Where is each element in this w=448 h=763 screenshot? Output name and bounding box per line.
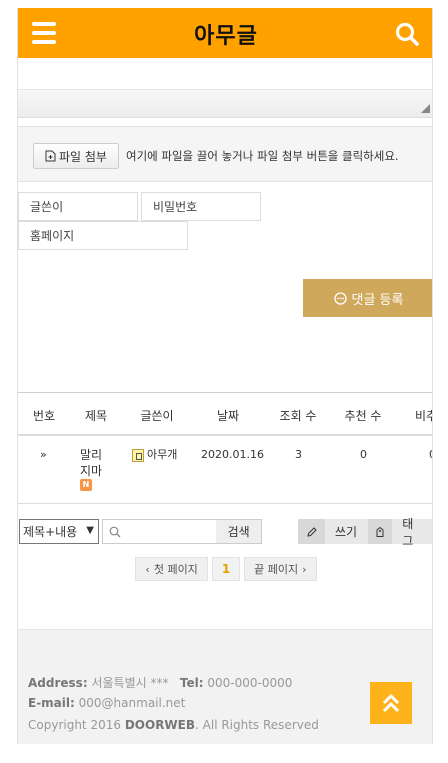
footer-copyright: Copyright 2016 DOORWEB. All Rights Reser… [28, 718, 319, 732]
row-author[interactable]: 아무개 [132, 446, 177, 462]
row-title-line1[interactable]: 말리 [80, 446, 102, 463]
row-author-name: 아무개 [147, 448, 178, 461]
copyright-brand: DOORWEB [124, 718, 196, 732]
member-level-icon [132, 448, 144, 462]
file-plus-icon [45, 150, 56, 162]
row-date: 2020.01.16 [201, 448, 264, 461]
site-header: 아무글 [18, 8, 432, 58]
chevron-left-icon: ‹ [145, 562, 150, 576]
header-date: 날짜 [216, 409, 240, 423]
list-toolbar: 제목+내용 ▼ 검색 쓰기 태그 [18, 517, 432, 548]
header-downvotes: 비추 [414, 409, 432, 423]
table-header: 번호 제목 글쓴이 날짜 조회 수 추천 수 비추 [18, 393, 432, 436]
tag-button[interactable]: 태그 [368, 517, 432, 548]
password-placeholder: 비밀번호 [153, 200, 198, 214]
editor-text-area[interactable] [18, 58, 432, 90]
site-footer: Address: 서울특별시 *** Tel: 000-000-0000 E-m… [18, 629, 432, 744]
submit-comment-label: 댓글 등록 [351, 292, 404, 308]
email-value: 000@hanmail.net [78, 696, 186, 710]
table-row[interactable]: » 말리 지마 N 아무개 2020.01.16 3 0 0 [18, 436, 432, 504]
pagination: ‹ 첫 페이지 1 끝 페이지 › [18, 557, 432, 581]
header-title: 제목 [84, 409, 108, 423]
row-votes: 0 [360, 448, 367, 461]
first-page-label: 첫 페이지 [153, 563, 198, 576]
password-field[interactable]: 비밀번호 [141, 192, 261, 221]
search-box: 검색 [102, 519, 262, 544]
current-page[interactable]: 1 [211, 557, 241, 581]
magnifier-icon [109, 526, 121, 537]
author-placeholder: 글쓴이 [30, 200, 64, 214]
header-votes: 추천 수 [344, 409, 382, 423]
first-page-button[interactable]: ‹ 첫 페이지 [135, 557, 208, 581]
address-value: 서울특별시 *** [91, 676, 169, 690]
row-number: » [40, 448, 47, 461]
attach-file-button[interactable]: 파일 첨부 [33, 143, 119, 169]
file-upload-area[interactable]: 파일 첨부 여기에 파일을 끌어 놓거나 파일 첨부 버튼을 클릭하세요. [18, 126, 432, 182]
row-downvotes: 0 [429, 448, 432, 461]
author-field[interactable]: 글쓴이 [18, 192, 138, 221]
pencil-icon [298, 519, 325, 544]
comment-editor[interactable] [18, 58, 432, 118]
dropdown-arrow-icon: ▼ [86, 525, 94, 536]
header-author: 글쓴이 [140, 409, 174, 423]
search-scope-select[interactable]: 제목+내용 ▼ [19, 519, 99, 544]
tag-icon [368, 519, 393, 544]
search-icon[interactable] [394, 21, 420, 47]
resize-grip-icon[interactable] [421, 104, 430, 113]
last-page-button[interactable]: 끝 페이지 › [244, 557, 317, 581]
row-views: 3 [295, 448, 302, 461]
search-scope-value: 제목+내용 [23, 525, 78, 539]
chevron-right-icon: › [302, 562, 307, 576]
row-title-line2[interactable]: 지마 [80, 462, 102, 479]
last-page-label: 끝 페이지 [254, 563, 299, 576]
double-chevron-up-icon [382, 693, 400, 713]
search-input[interactable] [103, 520, 216, 543]
email-label: E-mail [28, 696, 71, 710]
copyright-prefix: Copyright 2016 [28, 718, 121, 732]
editor-status-bar [18, 90, 432, 117]
page-frame: 아무글 파일 첨부 여기에 파일을 끌어 놓거나 파일 첨부 버튼을 클릭하세요… [17, 8, 433, 744]
write-label: 쓰기 [335, 525, 358, 539]
footer-email: E-mail: 000@hanmail.net [28, 696, 186, 710]
header-views: 조회 수 [279, 409, 317, 423]
submit-comment-button[interactable]: 댓글 등록 [303, 279, 432, 317]
address-label: Address [28, 676, 83, 690]
scroll-to-top-button[interactable] [370, 682, 412, 724]
footer-address: Address: 서울특별시 *** Tel: 000-000-0000 [28, 676, 293, 690]
tag-label: 태그 [402, 516, 414, 548]
write-button[interactable]: 쓰기 [298, 519, 370, 544]
search-button[interactable]: 검색 [216, 520, 261, 543]
header-number: 번호 [32, 409, 56, 423]
speech-bubble-icon [333, 291, 347, 305]
tel-value: 000-000-0000 [207, 676, 293, 690]
copyright-suffix: . All Rights Reserved [195, 718, 319, 732]
attach-file-label: 파일 첨부 [59, 149, 107, 164]
tel-label: Tel [179, 676, 199, 690]
homepage-placeholder: 홈페이지 [30, 229, 75, 243]
upload-hint: 여기에 파일을 끌어 놓거나 파일 첨부 버튼을 클릭하세요. [126, 149, 399, 163]
site-logo[interactable]: 아무글 [18, 18, 432, 50]
board-list-table: 번호 제목 글쓴이 날짜 조회 수 추천 수 비추 » 말리 지마 N 아무개 … [18, 392, 432, 504]
new-badge: N [80, 479, 92, 491]
homepage-field[interactable]: 홈페이지 [18, 221, 188, 250]
